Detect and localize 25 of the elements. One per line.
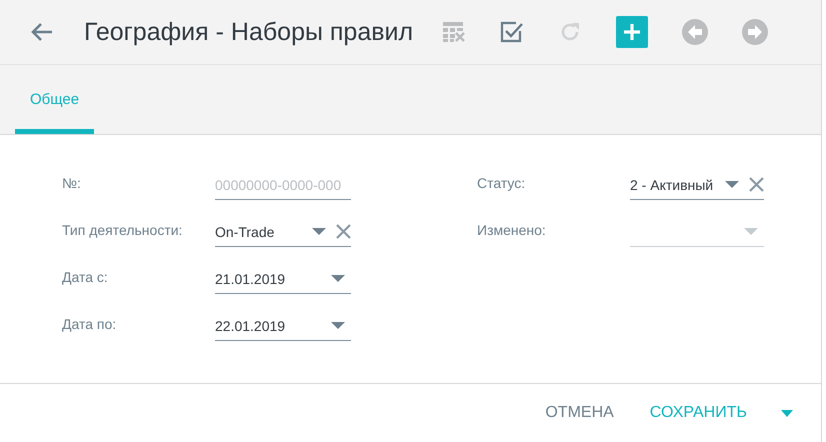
previous-icon[interactable]	[682, 19, 708, 45]
dropdown-field[interactable]: 2 - Активный	[630, 172, 764, 200]
field-label: Дата с:	[62, 268, 109, 284]
field-label: Дата по:	[62, 316, 118, 332]
add-icon[interactable]	[616, 16, 648, 48]
dropdown-caret-icon[interactable]	[312, 228, 326, 236]
field-label: Изменено:	[477, 222, 547, 238]
dropdown-caret-icon[interactable]	[331, 275, 345, 283]
next-icon[interactable]	[742, 19, 768, 45]
checkbox-icon[interactable]	[500, 20, 524, 44]
page-title: География - Наборы правил	[84, 18, 414, 46]
back-arrow-icon[interactable]	[30, 22, 54, 42]
dropdown-field[interactable]: 22.01.2019	[215, 312, 351, 340]
dropdown-field[interactable]: 21.01.2019	[215, 266, 351, 294]
field-label: №:	[62, 174, 82, 190]
clear-icon[interactable]	[336, 224, 351, 238]
field-label: Статус:	[477, 174, 526, 190]
dropdown-caret-icon[interactable]	[331, 322, 345, 330]
number-field[interactable]: 00000000-0000-000	[215, 172, 351, 200]
dropdown-field[interactable]: On-Trade	[215, 218, 351, 246]
clear-icon[interactable]	[749, 176, 764, 192]
cancel-button[interactable]: ОТМЕНА	[537, 400, 622, 426]
dropdown-caret-icon[interactable]	[781, 410, 793, 416]
dropdown-caret-icon[interactable]	[725, 181, 739, 189]
field-label: Тип деятельности:	[62, 222, 184, 238]
